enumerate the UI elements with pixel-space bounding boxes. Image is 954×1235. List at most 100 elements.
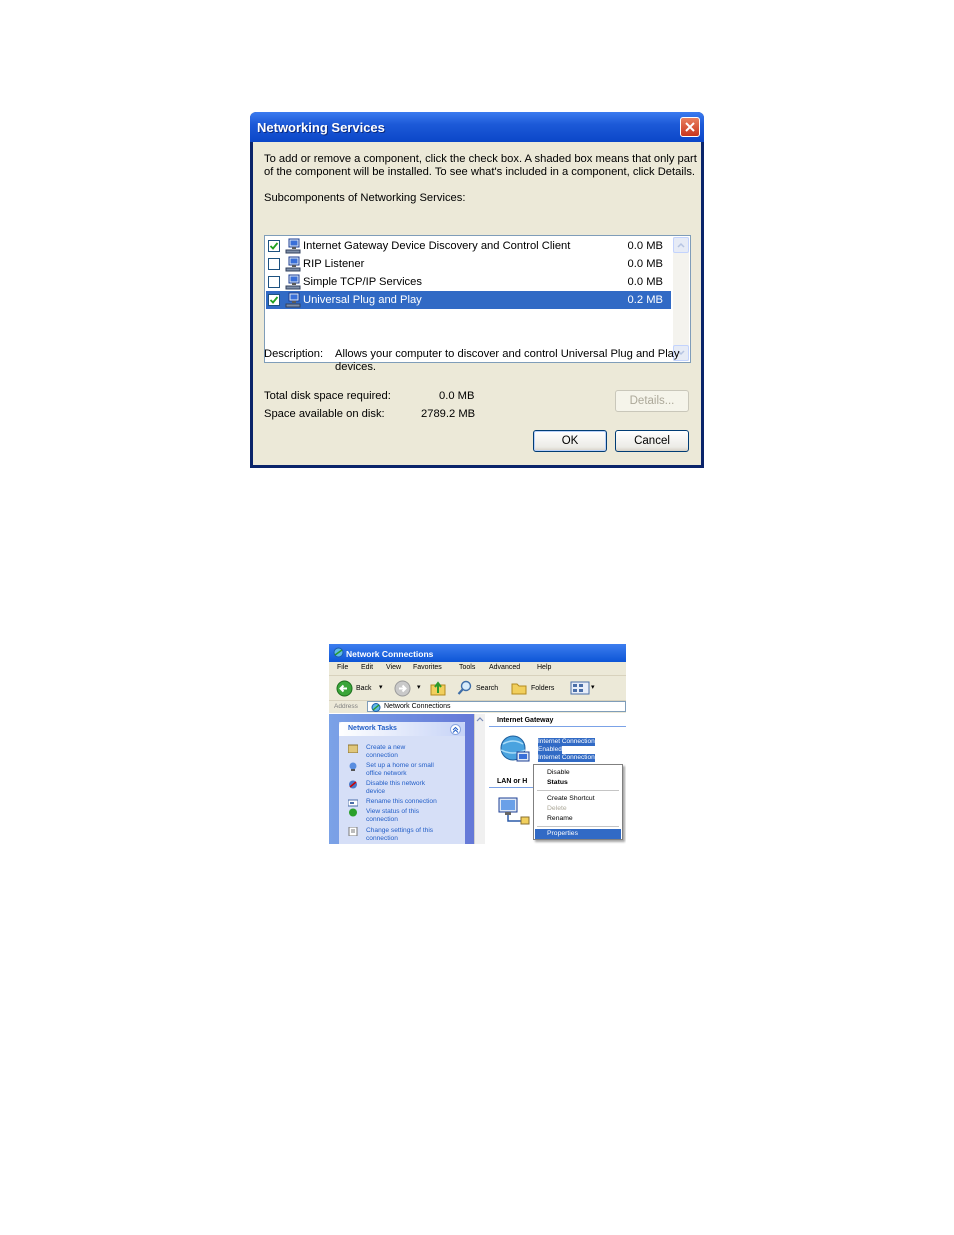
subcomponents-list[interactable]: Internet Gateway Device Discovery and Co… <box>264 235 691 363</box>
cancel-button[interactable]: Cancel <box>615 430 689 452</box>
menu-favorites[interactable]: Favorites <box>413 664 442 671</box>
search-button-label[interactable]: Search <box>476 685 498 692</box>
dialog-body: To add or remove a component, click the … <box>253 142 701 465</box>
component-name: Internet Gateway Device Discovery and Co… <box>303 240 571 252</box>
gateway-status: Enabled <box>538 746 562 754</box>
back-dropdown-icon[interactable]: ▾ <box>379 683 383 691</box>
component-size: 0.0 MB <box>627 276 663 288</box>
internet-gateway-icon <box>500 735 530 762</box>
forward-arrow-icon[interactable] <box>394 680 411 697</box>
component-checkbox[interactable] <box>268 240 280 252</box>
scroll-up-button[interactable] <box>673 237 689 253</box>
views-icon[interactable] <box>570 681 590 695</box>
gateway-name: Internet Connection <box>538 738 595 746</box>
address-bar: Address Network Connections <box>329 701 626 713</box>
menu-edit[interactable]: Edit <box>361 664 373 671</box>
network-component-icon <box>285 274 301 290</box>
list-scrollbar[interactable] <box>673 237 689 361</box>
context-menu-rename[interactable]: Rename <box>535 814 621 824</box>
home-network-icon <box>349 762 357 771</box>
network-tasks-header[interactable]: Network Tasks <box>339 722 465 736</box>
description-text-line2: devices. <box>335 361 377 373</box>
up-folder-icon[interactable] <box>430 680 446 696</box>
list-item[interactable]: Internet Gateway Device Discovery and Co… <box>266 237 671 255</box>
address-value: Network Connections <box>384 703 451 710</box>
networking-services-dialog: Networking Services To add or remove a c… <box>250 112 704 468</box>
intro-text-line2: of the component will be installed. To s… <box>264 166 696 178</box>
space-available-label: Space available on disk: <box>264 408 385 420</box>
menu-view[interactable]: View <box>386 664 401 671</box>
network-connections-icon <box>333 647 344 658</box>
list-item[interactable]: Simple TCP/IP Services 0.0 MB <box>266 273 671 291</box>
window-title-bar[interactable]: Network Connections <box>329 644 626 662</box>
list-item[interactable]: RIP Listener 0.0 MB <box>266 255 671 273</box>
network-tasks-box: Network Tasks Create a new connection Set… <box>339 722 465 844</box>
context-menu-disable[interactable]: Disable <box>535 768 621 778</box>
network-component-icon <box>285 256 301 272</box>
network-tasks-title: Network Tasks <box>348 725 397 732</box>
group-divider <box>489 726 626 727</box>
component-size: 0.2 MB <box>627 294 663 306</box>
views-dropdown-icon[interactable]: ▾ <box>591 683 595 691</box>
dialog-title-bar[interactable]: Networking Services <box>250 112 704 142</box>
group-header-internet-gateway: Internet Gateway <box>497 717 554 724</box>
description-text-line1: Allows your computer to discover and con… <box>335 348 680 360</box>
component-size: 0.0 MB <box>627 240 663 252</box>
back-button-label[interactable]: Back <box>356 685 372 692</box>
folders-icon[interactable] <box>511 680 528 696</box>
network-component-icon <box>285 292 301 308</box>
context-menu-properties[interactable]: Properties <box>535 829 621 839</box>
menu-bar: File Edit View Favorites Tools Advanced … <box>329 662 626 676</box>
forward-dropdown-icon[interactable]: ▾ <box>417 683 421 691</box>
description-label: Description: <box>264 348 324 360</box>
group-divider <box>489 787 533 788</box>
dialog-title: Networking Services <box>257 120 385 135</box>
component-checkbox[interactable] <box>268 276 280 288</box>
address-label: Address <box>334 703 358 710</box>
menu-advanced[interactable]: Advanced <box>489 664 520 671</box>
total-disk-label: Total disk space required: <box>264 390 391 402</box>
task-pane: Network Tasks Create a new connection Set… <box>329 714 485 844</box>
address-field[interactable]: Network Connections <box>367 701 626 712</box>
context-menu-status[interactable]: Status <box>535 778 621 788</box>
back-arrow-icon[interactable] <box>336 680 353 697</box>
checkmark-icon <box>269 242 279 250</box>
chevron-up-icon[interactable] <box>475 715 485 725</box>
lan-connection-icon[interactable] <box>497 796 531 826</box>
component-size: 0.0 MB <box>627 258 663 270</box>
chevron-up-icon <box>677 242 685 248</box>
component-checkbox[interactable] <box>268 294 280 306</box>
network-connections-icon <box>371 703 381 712</box>
gateway-type: Internet Connection <box>538 754 595 762</box>
network-connections-window: Network Connections File Edit View Favor… <box>329 644 626 844</box>
ok-button[interactable]: OK <box>533 430 607 452</box>
settings-page-icon <box>348 827 358 836</box>
folders-button-label[interactable]: Folders <box>531 685 554 692</box>
menu-file[interactable]: File <box>337 664 348 671</box>
group-header-lan: LAN or H <box>497 778 528 785</box>
context-menu: Disable Status Create Shortcut Delete Re… <box>533 764 623 840</box>
collapse-chevron-icon[interactable] <box>450 724 461 735</box>
window-title: Network Connections <box>346 649 434 659</box>
component-name: Simple TCP/IP Services <box>303 276 422 288</box>
context-menu-delete: Delete <box>547 805 567 812</box>
disable-device-icon <box>349 780 357 789</box>
menu-separator <box>537 790 619 791</box>
menu-tools[interactable]: Tools <box>459 664 475 671</box>
space-available-value: 2789.2 MB <box>421 408 476 420</box>
list-item-selected[interactable]: Universal Plug and Play 0.2 MB <box>266 291 671 309</box>
new-connection-icon <box>348 744 358 753</box>
menu-separator <box>537 826 619 827</box>
context-menu-create-shortcut[interactable]: Create Shortcut <box>535 794 621 804</box>
rename-icon <box>348 799 358 807</box>
menu-help[interactable]: Help <box>537 664 551 671</box>
close-button[interactable] <box>680 117 700 137</box>
details-button[interactable]: Details... <box>615 390 689 412</box>
component-checkbox[interactable] <box>268 258 280 270</box>
component-name: RIP Listener <box>303 258 365 270</box>
total-disk-value: 0.0 MB <box>439 390 475 402</box>
subcomponents-label: Subcomponents of Networking Services: <box>264 192 466 204</box>
component-name: Universal Plug and Play <box>303 294 422 306</box>
search-icon[interactable] <box>457 680 473 696</box>
status-icon <box>349 808 357 817</box>
